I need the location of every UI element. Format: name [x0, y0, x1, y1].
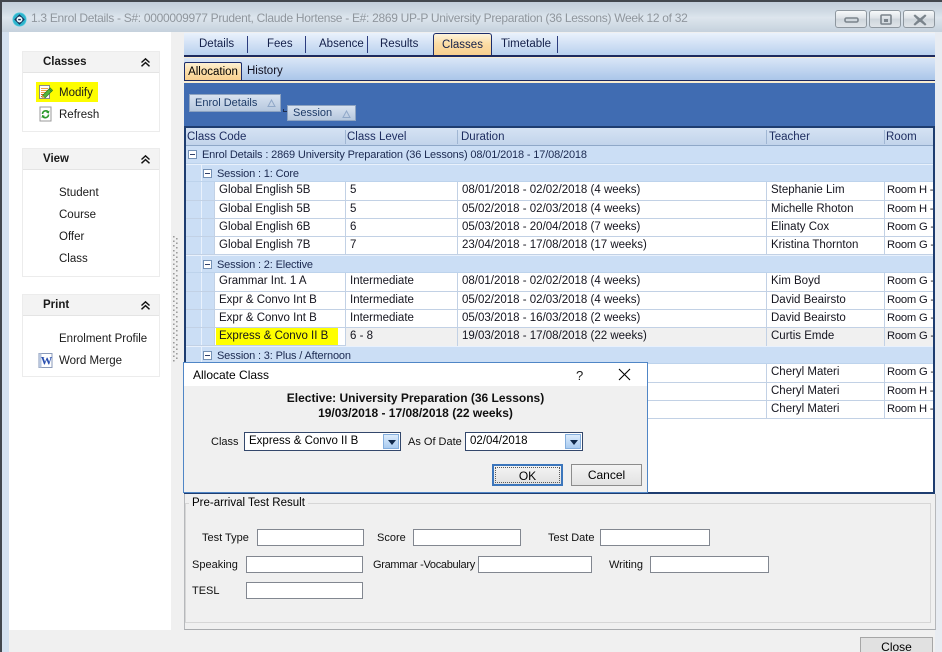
svg-text:W: W [41, 356, 53, 368]
